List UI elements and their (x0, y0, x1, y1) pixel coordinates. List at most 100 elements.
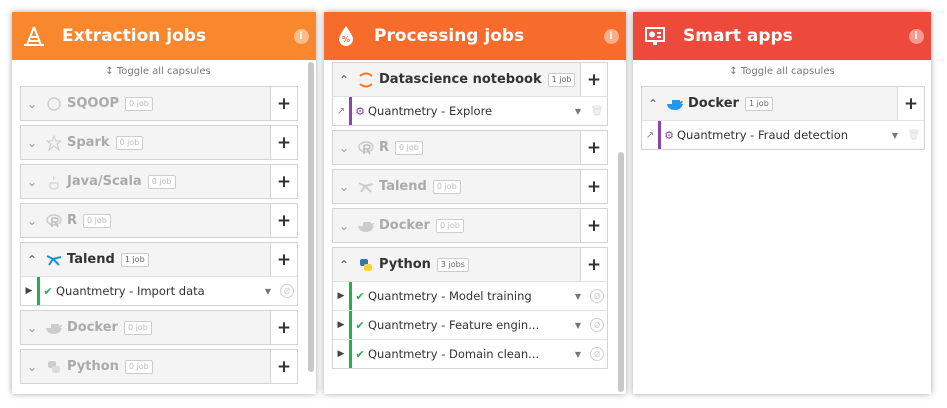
capsule-header[interactable]: ⌄ Docker 0 job + (333, 209, 607, 242)
capsule-header[interactable]: ⌄ Spark 0 job + (21, 126, 297, 159)
job-count-badge: 0 job (125, 96, 153, 111)
job-name[interactable]: Quantmetry - Feature engin... (368, 318, 569, 332)
play-icon[interactable]: ▶ (333, 349, 349, 359)
capsule-header[interactable]: ⌄ R 0 job + (21, 204, 297, 237)
play-icon[interactable]: ▶ (333, 320, 349, 330)
capsule-talend: ⌃ Talend 1 job + ▶ ✔ Quantmetry - Import… (20, 242, 298, 306)
capsule-header[interactable]: ⌃ Python 3 jobs + (333, 248, 607, 281)
add-job-button[interactable]: + (270, 165, 297, 198)
capsule-java-scala: ⌄ Java/Scala 0 job + (20, 164, 298, 199)
smart-info-button[interactable]: i (901, 28, 931, 44)
extraction-scrollbar[interactable] (308, 62, 314, 372)
chevron-down-icon[interactable]: ⌄ (21, 97, 43, 111)
capsule-header[interactable]: ⌄ Docker 0 job + (21, 311, 297, 344)
disable-button[interactable]: Ø (587, 289, 607, 303)
add-job-button[interactable]: + (270, 204, 297, 237)
job-count-badge: 3 jobs (436, 257, 469, 272)
toggle-all-capsules-link[interactable]: ↕ Toggle all capsules (12, 62, 304, 82)
job-row[interactable]: ↗ ⚙ Quantmetry - Fraud detection ▼ 🗑 (642, 120, 924, 149)
info-icon: i (293, 28, 309, 44)
chevron-down-icon[interactable]: ⌄ (21, 360, 43, 374)
capsule-docker: ⌃ Docker 1 job + ↗ ⚙ Quantmetry - Fraud … (641, 86, 925, 150)
add-job-button[interactable]: + (270, 126, 297, 159)
job-count-badge: 0 job (123, 320, 152, 335)
add-job-button[interactable]: + (580, 209, 607, 242)
chevron-up-icon[interactable]: ⌃ (21, 253, 43, 267)
trash-icon[interactable]: 🗑 (587, 106, 607, 117)
capsule-name: Docker (67, 320, 118, 335)
add-job-button[interactable]: + (580, 248, 607, 281)
external-link-icon[interactable]: ↗ (333, 106, 349, 117)
add-job-button[interactable]: + (270, 350, 297, 383)
processing-scrollbar[interactable] (618, 152, 624, 392)
add-job-button[interactable]: + (580, 63, 607, 96)
disabled-icon: Ø (280, 284, 294, 298)
dropdown-caret-icon[interactable]: ▼ (569, 321, 587, 330)
chevron-up-icon[interactable]: ⌃ (333, 73, 355, 87)
chevron-down-icon[interactable]: ⌄ (21, 175, 43, 189)
chevron-up-icon[interactable]: ⌃ (333, 258, 355, 272)
job-name[interactable]: Quantmetry - Import data (56, 284, 259, 298)
chevron-down-icon[interactable]: ⌄ (21, 214, 43, 228)
capsule-header[interactable]: ⌄ SQOOP 0 job + (21, 87, 297, 120)
add-job-button[interactable]: + (580, 131, 607, 164)
job-name[interactable]: Quantmetry - Model training (368, 289, 569, 303)
capsule-python: ⌄ Python 0 job + (20, 349, 298, 384)
job-row[interactable]: ▶ ✔ Quantmetry - Import data ▼ Ø (21, 276, 297, 305)
capsule-header[interactable]: ⌃ Docker 1 job + (642, 87, 924, 120)
smart-apps-column: Smart apps i ↕ Toggle all capsules ⌃ Doc… (633, 12, 931, 394)
chevron-down-icon[interactable]: ⌄ (333, 141, 355, 155)
dropdown-caret-icon[interactable]: ▼ (259, 287, 277, 296)
capsule-header[interactable]: ⌄ R 0 job + (333, 131, 607, 164)
capsule-header[interactable]: ⌄ Talend 0 job + (333, 170, 607, 203)
chevron-down-icon[interactable]: ⌄ (333, 219, 355, 233)
spark-star-icon (43, 134, 65, 151)
capsule-name: Docker (688, 96, 739, 111)
dropdown-caret-icon[interactable]: ▼ (886, 131, 904, 140)
job-count-badge: 0 job (395, 140, 423, 155)
job-row[interactable]: ▶ ✔ Quantmetry - Domain clean... ▼ Ø (333, 339, 607, 368)
chevron-down-icon[interactable]: ⌄ (333, 180, 355, 194)
job-row[interactable]: ↗ ⚙ Quantmetry - Explore ▼ 🗑 (333, 96, 607, 125)
job-name[interactable]: Quantmetry - Explore (368, 104, 569, 118)
add-job-button[interactable]: + (580, 170, 607, 203)
toggle-all-capsules-link[interactable]: ↕ Toggle all capsules (633, 62, 931, 82)
capsule-name: Python (379, 257, 431, 272)
job-count-badge: 0 job (115, 135, 144, 150)
add-job-button[interactable]: + (270, 311, 297, 344)
python-logo-icon (355, 257, 377, 273)
capsule-header[interactable]: ⌃ Talend 1 job + (21, 243, 297, 276)
capsule-r: ⌄ R 0 job + (20, 203, 298, 238)
job-name[interactable]: Quantmetry - Domain clean... (368, 347, 569, 361)
extraction-info-button[interactable]: i (286, 28, 316, 44)
capsule-header[interactable]: ⌄ Python 0 job + (21, 350, 297, 383)
dropdown-caret-icon[interactable]: ▼ (569, 350, 587, 359)
job-row[interactable]: ▶ ✔ Quantmetry - Feature engin... ▼ Ø (333, 310, 607, 339)
dropdown-caret-icon[interactable]: ▼ (569, 292, 587, 301)
trash-icon[interactable]: 🗑 (904, 130, 924, 141)
processing-info-button[interactable]: i (596, 28, 626, 44)
chevron-down-icon[interactable]: ⌄ (21, 321, 43, 335)
play-icon[interactable]: ▶ (333, 291, 349, 301)
capsule-header[interactable]: ⌄ Java/Scala 0 job + (21, 165, 297, 198)
talend-icon (43, 252, 65, 268)
processing-jobs-header: % Processing jobs i (324, 12, 626, 60)
r-logo-icon (355, 140, 377, 155)
docker-whale-icon (43, 321, 65, 335)
capsule-name: Python (67, 359, 119, 374)
chevron-up-icon[interactable]: ⌃ (642, 97, 664, 111)
add-app-button[interactable]: + (897, 87, 924, 120)
job-row[interactable]: ▶ ✔ Quantmetry - Model training ▼ Ø (333, 281, 607, 310)
capsule-header[interactable]: ⌃ Datascience notebook 1 job + (333, 63, 607, 96)
play-icon[interactable]: ▶ (21, 286, 37, 296)
add-job-button[interactable]: + (270, 243, 297, 276)
disable-button[interactable]: Ø (277, 284, 297, 298)
disable-button[interactable]: Ø (587, 318, 607, 332)
disable-button[interactable]: Ø (587, 347, 607, 361)
capsule-spark: ⌄ Spark 0 job + (20, 125, 298, 160)
external-link-icon[interactable]: ↗ (642, 130, 658, 141)
dropdown-caret-icon[interactable]: ▼ (569, 107, 587, 116)
chevron-down-icon[interactable]: ⌄ (21, 136, 43, 150)
add-job-button[interactable]: + (270, 87, 297, 120)
job-name[interactable]: Quantmetry - Fraud detection (677, 128, 886, 142)
